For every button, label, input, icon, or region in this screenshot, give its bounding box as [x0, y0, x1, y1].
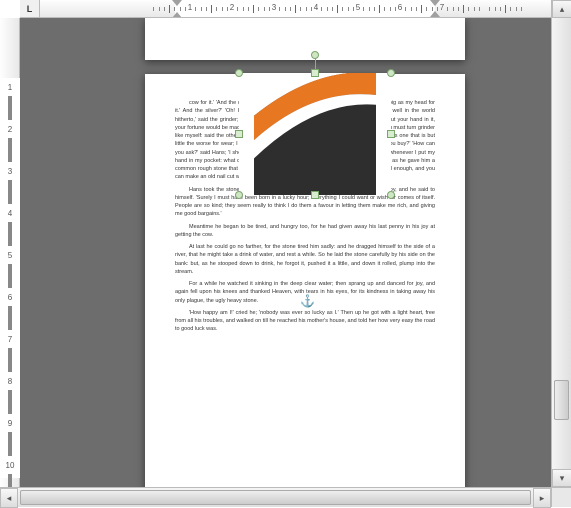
- document-workspace[interactable]: cow for it.' 'And the cow?' 'I gave a ho…: [20, 18, 551, 487]
- scroll-down-button[interactable]: ▾: [552, 469, 571, 487]
- vruler-number: 9: [0, 418, 20, 430]
- embedded-image-selection[interactable]: [225, 59, 405, 209]
- anchor-icon[interactable]: ⚓: [300, 294, 315, 308]
- vruler-number: 5: [0, 250, 20, 262]
- vruler-number: 8: [0, 376, 20, 388]
- first-line-indent-marker[interactable]: [172, 0, 182, 6]
- resize-handle-r[interactable]: [387, 130, 395, 138]
- paragraph[interactable]: At last he could go no farther, for the …: [175, 243, 435, 276]
- vruler-number: 2: [0, 124, 20, 136]
- resize-handle-t[interactable]: [311, 69, 319, 77]
- paragraph[interactable]: Meantime he began to be tired, and hungr…: [175, 223, 435, 240]
- horizontal-scrollbar[interactable]: ◂ ▸: [0, 487, 551, 507]
- hruler-gradient: 1234567: [40, 0, 551, 18]
- vruler-number: 4: [0, 208, 20, 220]
- scroll-right-button[interactable]: ▸: [533, 488, 551, 508]
- vscroll-thumb[interactable]: [554, 380, 569, 420]
- logo-graphic: [239, 73, 391, 195]
- paragraph[interactable]: 'How happy am I!' cried he; 'nobody was …: [175, 309, 435, 334]
- rotation-handle[interactable]: [311, 51, 319, 59]
- resize-handle-br[interactable]: [387, 191, 395, 199]
- vruler-number: 10: [0, 460, 20, 472]
- vertical-ruler[interactable]: 1 2 3 4 5 6 7 8 9 10: [0, 18, 20, 487]
- hscroll-thumb[interactable]: [20, 490, 531, 505]
- scroll-left-button[interactable]: ◂: [0, 488, 18, 508]
- resize-handle-l[interactable]: [235, 130, 243, 138]
- vruler-number: 3: [0, 166, 20, 178]
- right-margin-marker[interactable]: [430, 0, 440, 17]
- resize-handle-tl[interactable]: [235, 69, 243, 77]
- vruler-number: 7: [0, 334, 20, 346]
- horizontal-ruler[interactable]: L 1234567: [20, 0, 551, 18]
- embedded-image[interactable]: [239, 73, 391, 195]
- tab-stop-button[interactable]: L: [20, 0, 40, 18]
- scroll-up-button[interactable]: ▴: [552, 0, 571, 18]
- scrollbar-corner: [551, 487, 571, 507]
- previous-page-fragment: [145, 18, 465, 60]
- resize-handle-bl[interactable]: [235, 191, 243, 199]
- hruler-ticks: 1234567: [40, 0, 551, 18]
- document-page[interactable]: cow for it.' 'And the cow?' 'I gave a ho…: [145, 74, 465, 487]
- resize-handle-tr[interactable]: [387, 69, 395, 77]
- vruler-number: 6: [0, 292, 20, 304]
- vruler-number: 1: [0, 82, 20, 94]
- vertical-scrollbar[interactable]: ▴ ▾: [551, 0, 571, 487]
- resize-handle-b[interactable]: [311, 191, 319, 199]
